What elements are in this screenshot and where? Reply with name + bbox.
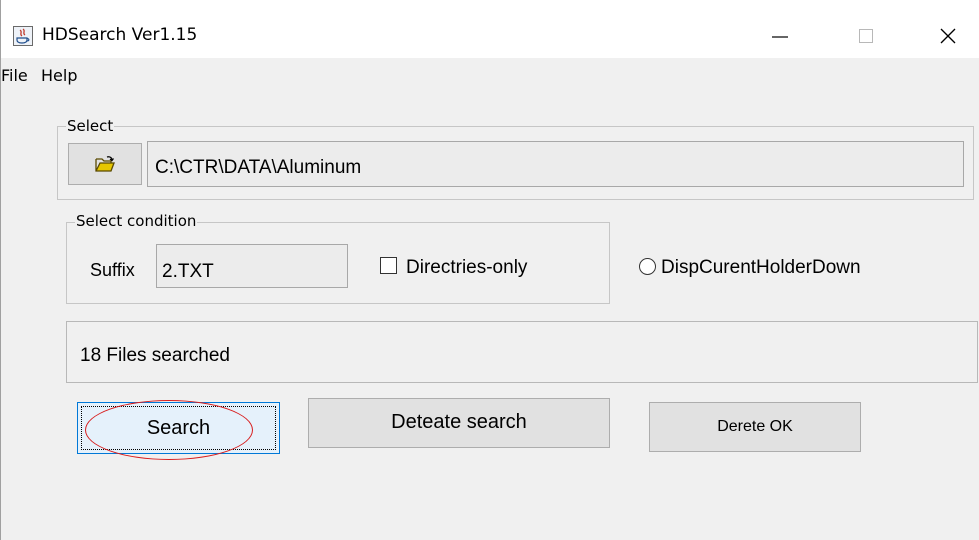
status-text: 18 Files searched: [80, 345, 230, 366]
menu-file[interactable]: File: [1, 66, 28, 85]
deteate-search-button[interactable]: Deteate search: [308, 398, 610, 448]
java-app-icon[interactable]: [13, 26, 33, 46]
menu-bar: File Help: [1, 58, 979, 90]
derete-ok-button[interactable]: Derete OK: [649, 402, 861, 452]
deteate-search-label: Deteate search: [391, 411, 527, 433]
search-button-label: Search: [146, 416, 211, 439]
menu-help[interactable]: Help: [41, 66, 77, 85]
suffix-field[interactable]: 2.TXT: [156, 244, 348, 288]
search-button[interactable]: Search: [77, 402, 280, 454]
close-button[interactable]: [925, 16, 971, 56]
minimize-icon: [772, 36, 788, 38]
suffix-label: Suffix: [90, 260, 135, 280]
open-folder-icon: [95, 156, 115, 172]
directories-only-checkbox[interactable]: [380, 257, 397, 274]
close-icon: [940, 28, 956, 44]
disp-current-holder-label[interactable]: DispCurentHolderDown: [661, 257, 861, 279]
app-window: HDSearch Ver1.15 File Help Select C:\CTR…: [0, 0, 979, 540]
window-title: HDSearch Ver1.15: [42, 25, 198, 45]
browse-folder-button[interactable]: [68, 143, 142, 185]
disp-current-holder-radio[interactable]: [639, 258, 656, 275]
select-condition-label: Select condition: [75, 212, 198, 230]
maximize-button[interactable]: [843, 16, 889, 56]
minimize-button[interactable]: [757, 16, 803, 56]
select-group-label: Select: [66, 117, 115, 135]
path-field[interactable]: C:\CTR\DATA\Aluminum: [147, 141, 964, 187]
derete-ok-label: Derete OK: [717, 418, 793, 435]
title-bar[interactable]: HDSearch Ver1.15: [1, 0, 979, 58]
directories-only-label[interactable]: Directries-only: [406, 257, 527, 279]
maximize-icon: [859, 29, 873, 43]
